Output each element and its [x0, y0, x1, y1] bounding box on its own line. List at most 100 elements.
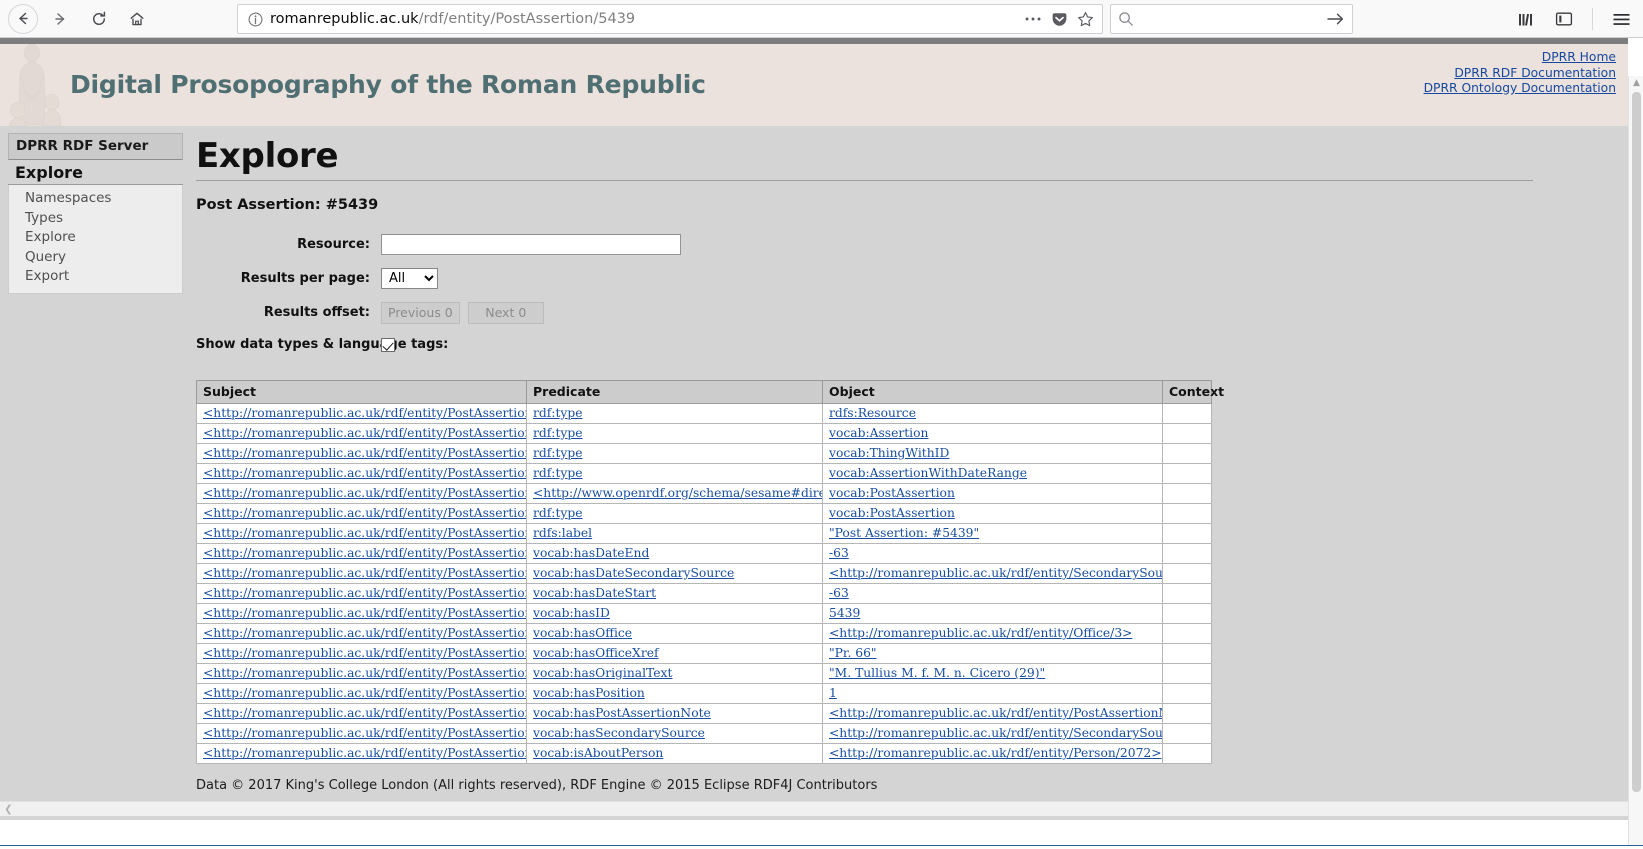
- cell-predicate-link[interactable]: <http://www.openrdf.org/schema/sesame#di…: [533, 486, 822, 500]
- next-button[interactable]: Next 0: [467, 301, 544, 324]
- cell-object-link[interactable]: 5439: [829, 606, 860, 620]
- ellipsis-icon[interactable]: [1024, 16, 1042, 22]
- cell-object-link[interactable]: 1: [829, 686, 837, 700]
- sidebar-icon[interactable]: [1550, 5, 1578, 33]
- cell-object-link[interactable]: <http://romanrepublic.ac.uk/rdf/entity/P…: [829, 746, 1162, 760]
- cell-subject-link[interactable]: <http://romanrepublic.ac.uk/rdf/entity/P…: [203, 746, 526, 760]
- hamburger-menu-icon[interactable]: [1607, 5, 1635, 33]
- url-domain: romanrepublic.ac.uk: [270, 11, 419, 27]
- site-info-icon[interactable]: [244, 8, 266, 30]
- link-dprr-rdf-documentation[interactable]: DPRR RDF Documentation: [1424, 66, 1616, 82]
- forward-button[interactable]: [44, 4, 78, 34]
- cell-object-link[interactable]: vocab:PostAssertion: [829, 486, 955, 500]
- url-bar[interactable]: romanrepublic.ac.uk/rdf/entity/PostAsser…: [237, 4, 1103, 34]
- sidebar-item-query[interactable]: Query: [9, 248, 182, 268]
- sidebar-item-explore[interactable]: Explore: [9, 228, 182, 248]
- cell-subject-link[interactable]: <http://romanrepublic.ac.uk/rdf/entity/P…: [203, 706, 526, 720]
- cell-subject-link[interactable]: <http://romanrepublic.ac.uk/rdf/entity/P…: [203, 426, 526, 440]
- cell-object-link[interactable]: <http://romanrepublic.ac.uk/rdf/entity/S…: [829, 726, 1162, 740]
- arrow-right-icon[interactable]: [1326, 11, 1345, 27]
- cell-predicate-link[interactable]: vocab:hasOfficeXref: [533, 646, 659, 660]
- cell-subject-link[interactable]: <http://romanrepublic.ac.uk/rdf/entity/P…: [203, 626, 526, 640]
- cell-subject-link[interactable]: <http://romanrepublic.ac.uk/rdf/entity/P…: [203, 606, 526, 620]
- cell-object: <http://romanrepublic.ac.uk/rdf/entity/P…: [822, 703, 1163, 724]
- cell-predicate-link[interactable]: rdf:type: [533, 406, 582, 420]
- cell-predicate-link[interactable]: vocab:hasDateEnd: [533, 546, 649, 560]
- back-button[interactable]: [6, 3, 40, 34]
- library-icon[interactable]: [1512, 5, 1540, 33]
- vertical-scrollbar[interactable]: ▲ ▼: [1628, 76, 1643, 849]
- cell-predicate-link[interactable]: rdf:type: [533, 466, 582, 480]
- cell-subject-link[interactable]: <http://romanrepublic.ac.uk/rdf/entity/P…: [203, 546, 526, 560]
- cell-subject-link[interactable]: <http://romanrepublic.ac.uk/rdf/entity/P…: [203, 686, 526, 700]
- previous-button[interactable]: Previous 0: [381, 301, 460, 324]
- cell-object-link[interactable]: <http://romanrepublic.ac.uk/rdf/entity/O…: [829, 626, 1132, 640]
- cell-object-link[interactable]: -63: [829, 586, 849, 600]
- scroll-up-icon[interactable]: ▲: [1629, 76, 1643, 90]
- window-bottom-edge: [0, 845, 1643, 849]
- cell-object-link[interactable]: vocab:PostAssertion: [829, 506, 955, 520]
- star-icon[interactable]: [1077, 11, 1094, 28]
- cell-object-link[interactable]: <http://romanrepublic.ac.uk/rdf/entity/P…: [829, 706, 1162, 720]
- cell-subject-link[interactable]: <http://romanrepublic.ac.uk/rdf/entity/P…: [203, 486, 526, 500]
- cell-predicate-link[interactable]: vocab:hasOriginalText: [533, 666, 672, 680]
- cell-subject-link[interactable]: <http://romanrepublic.ac.uk/rdf/entity/P…: [203, 506, 526, 520]
- cell-object-link[interactable]: <http://romanrepublic.ac.uk/rdf/entity/S…: [829, 566, 1162, 580]
- table-header-row: Subject Predicate Object Context: [196, 380, 1224, 404]
- link-dprr-ontology-documentation[interactable]: DPRR Ontology Documentation: [1424, 81, 1616, 97]
- cell-context: [1162, 463, 1212, 484]
- cell-predicate: rdf:type: [526, 503, 823, 524]
- results-per-page-select[interactable]: All1050100200: [381, 268, 438, 289]
- cell-object-link[interactable]: "Pr. 66": [829, 646, 877, 660]
- cell-predicate-link[interactable]: vocab:isAboutPerson: [533, 746, 663, 760]
- cell-object-link[interactable]: "M. Tullius M. f. M. n. Cicero (29)": [829, 666, 1045, 680]
- sidebar-item-types[interactable]: Types: [9, 209, 182, 229]
- cell-subject-link[interactable]: <http://romanrepublic.ac.uk/rdf/entity/P…: [203, 666, 526, 680]
- vertical-scrollbar-thumb[interactable]: [1632, 92, 1641, 792]
- link-dprr-home[interactable]: DPRR Home: [1424, 50, 1616, 66]
- reload-button[interactable]: [82, 4, 116, 34]
- cell-subject-link[interactable]: <http://romanrepublic.ac.uk/rdf/entity/P…: [203, 526, 526, 540]
- browser-search-bar[interactable]: [1110, 4, 1353, 34]
- cell-subject-link[interactable]: <http://romanrepublic.ac.uk/rdf/entity/P…: [203, 586, 526, 600]
- form-row-offset: Results offset: Previous 0 Next 0: [196, 299, 1541, 326]
- cell-predicate-link[interactable]: vocab:hasDateSecondarySource: [533, 566, 734, 580]
- cell-object-link[interactable]: -63: [829, 546, 849, 560]
- cell-predicate-link[interactable]: rdfs:label: [533, 526, 592, 540]
- cell-subject-link[interactable]: <http://romanrepublic.ac.uk/rdf/entity/P…: [203, 466, 526, 480]
- cell-subject-link[interactable]: <http://romanrepublic.ac.uk/rdf/entity/P…: [203, 406, 526, 420]
- cell-predicate-link[interactable]: rdf:type: [533, 446, 582, 460]
- show-datatypes-checkbox[interactable]: [381, 337, 395, 352]
- cell-object-link[interactable]: vocab:AssertionWithDateRange: [829, 466, 1027, 480]
- cell-predicate-link[interactable]: vocab:hasPostAssertionNote: [533, 706, 711, 720]
- cell-object-link[interactable]: "Post Assertion: #5439": [829, 526, 979, 540]
- cell-object-link[interactable]: vocab:ThingWithID: [829, 446, 949, 460]
- cell-predicate-link[interactable]: vocab:hasSecondarySource: [533, 726, 705, 740]
- cell-subject-link[interactable]: <http://romanrepublic.ac.uk/rdf/entity/P…: [203, 446, 526, 460]
- column-header-subject: Subject: [196, 380, 527, 404]
- cell-predicate-link[interactable]: rdf:type: [533, 426, 582, 440]
- cell-object: <http://romanrepublic.ac.uk/rdf/entity/S…: [822, 563, 1163, 584]
- cell-predicate-link[interactable]: rdf:type: [533, 506, 582, 520]
- table-row: <http://romanrepublic.ac.uk/rdf/entity/P…: [196, 663, 1212, 684]
- horizontal-scrollbar[interactable]: ❮: [0, 801, 1628, 816]
- cell-subject-link[interactable]: <http://romanrepublic.ac.uk/rdf/entity/P…: [203, 726, 526, 740]
- cell-predicate-link[interactable]: vocab:hasOffice: [533, 626, 632, 640]
- sidebar-item-namespaces[interactable]: Namespaces: [9, 189, 182, 209]
- resource-input[interactable]: [381, 234, 681, 255]
- cell-subject-link[interactable]: <http://romanrepublic.ac.uk/rdf/entity/P…: [203, 566, 526, 580]
- cell-predicate-link[interactable]: vocab:hasID: [533, 606, 610, 620]
- pocket-icon[interactable]: [1051, 11, 1068, 28]
- scroll-left-icon[interactable]: ❮: [2, 802, 15, 817]
- cell-predicate-link[interactable]: vocab:hasDateStart: [533, 586, 656, 600]
- cell-object-link[interactable]: vocab:Assertion: [829, 426, 928, 440]
- cell-object-link[interactable]: rdfs:Resource: [829, 406, 916, 420]
- url-text[interactable]: romanrepublic.ac.uk/rdf/entity/PostAsser…: [266, 11, 1024, 27]
- home-button[interactable]: [120, 4, 154, 34]
- cell-subject: <http://romanrepublic.ac.uk/rdf/entity/P…: [196, 483, 527, 504]
- cell-object: <http://romanrepublic.ac.uk/rdf/entity/O…: [822, 623, 1163, 644]
- table-row: <http://romanrepublic.ac.uk/rdf/entity/P…: [196, 583, 1212, 604]
- cell-subject-link[interactable]: <http://romanrepublic.ac.uk/rdf/entity/P…: [203, 646, 526, 660]
- cell-predicate-link[interactable]: vocab:hasPosition: [533, 686, 645, 700]
- sidebar-item-export[interactable]: Export: [9, 267, 182, 287]
